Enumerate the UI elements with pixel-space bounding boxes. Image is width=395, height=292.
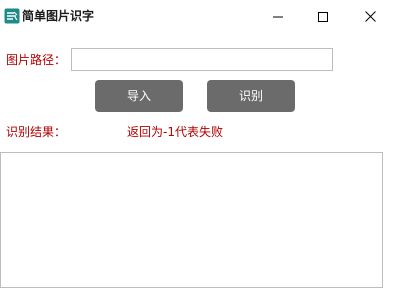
result-status-text: 返回为-1代表失败 xyxy=(127,125,223,139)
window-title: 简单图片识字 xyxy=(22,9,95,23)
result-label: 识别结果： xyxy=(6,125,67,139)
app-window: 简单图片识字 图片路径： 导入 识别 识别结果： 返回为-1代表失败 xyxy=(0,0,395,292)
app-logo-icon xyxy=(4,8,20,24)
minimize-icon xyxy=(273,7,283,26)
result-textarea[interactable] xyxy=(0,152,383,288)
close-button[interactable] xyxy=(347,0,393,32)
maximize-button[interactable] xyxy=(300,0,346,32)
image-path-input[interactable] xyxy=(71,48,333,71)
title-bar[interactable]: 简单图片识字 xyxy=(0,0,395,32)
import-button[interactable]: 导入 xyxy=(95,80,183,112)
recognize-button[interactable]: 识别 xyxy=(207,80,295,112)
image-path-label: 图片路径： xyxy=(6,53,67,67)
minimize-button[interactable] xyxy=(255,0,301,32)
maximize-icon xyxy=(318,7,328,26)
close-icon xyxy=(364,7,376,26)
